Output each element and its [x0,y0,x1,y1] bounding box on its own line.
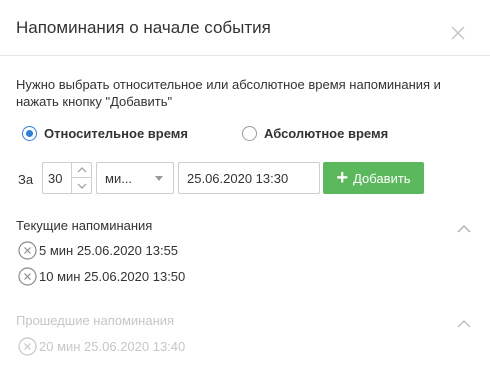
radio-checked-indicator[interactable] [22,125,37,141]
absolute-time-label: Абсолютное время [264,125,389,141]
remove-reminder-icon[interactable] [18,336,37,356]
chevron-up-icon [77,167,86,173]
remove-reminder-icon[interactable] [18,240,37,260]
relative-time-label: Относительное время [44,125,188,141]
chevron-up-icon [457,225,471,233]
amount-value[interactable]: 30 [48,171,62,186]
list-item: 20 мин 25.06.2020 13:40 [18,336,185,356]
reminder-text: 20 мин 25.06.2020 13:40 [39,338,186,354]
reminder-text: 5 мин 25.06.2020 13:55 [39,242,179,258]
chevron-down-icon [77,183,86,189]
close-icon [451,26,465,40]
absolute-time-radio[interactable]: Абсолютное время [242,124,388,142]
dialog-header: Напоминания о начале события [0,0,490,56]
stepper-down-button[interactable] [72,178,91,193]
list-item: 10 мин 25.06.2020 13:50 [18,266,185,286]
datetime-input[interactable] [178,162,320,194]
close-button[interactable] [449,24,467,42]
list-item: 5 мин 25.06.2020 13:55 [18,240,178,260]
instructions-text: Нужно выбрать относительное или абсолютн… [16,77,441,109]
stepper-buttons [71,163,91,193]
relative-time-radio[interactable]: Относительное время [22,124,188,142]
current-reminders-title: Текущие напоминания [16,218,153,233]
reminder-text: 10 мин 25.06.2020 13:50 [39,268,186,284]
dialog-title: Напоминания о начале события [16,18,271,37]
amount-stepper[interactable]: 30 [42,162,92,194]
prefix-label: За [18,172,34,187]
add-button-label: Добавить [353,170,411,186]
unit-select-value: ми... [105,171,133,186]
remove-reminder-icon[interactable] [18,266,37,286]
reminders-dialog: Напоминания о начале события Нужно выбра… [0,0,490,387]
past-reminders-title: Прошедшие напоминания [16,313,175,328]
unit-select[interactable]: ми... [96,162,174,194]
past-collapse-toggle[interactable] [457,316,471,328]
stepper-up-button[interactable] [72,163,91,178]
dropdown-arrow-icon [155,176,163,181]
plus-icon: + [336,167,349,189]
current-collapse-toggle[interactable] [457,221,471,233]
chevron-up-icon [457,320,471,328]
radio-unchecked-indicator[interactable] [242,125,257,141]
add-button[interactable]: + Добавить [323,162,424,194]
